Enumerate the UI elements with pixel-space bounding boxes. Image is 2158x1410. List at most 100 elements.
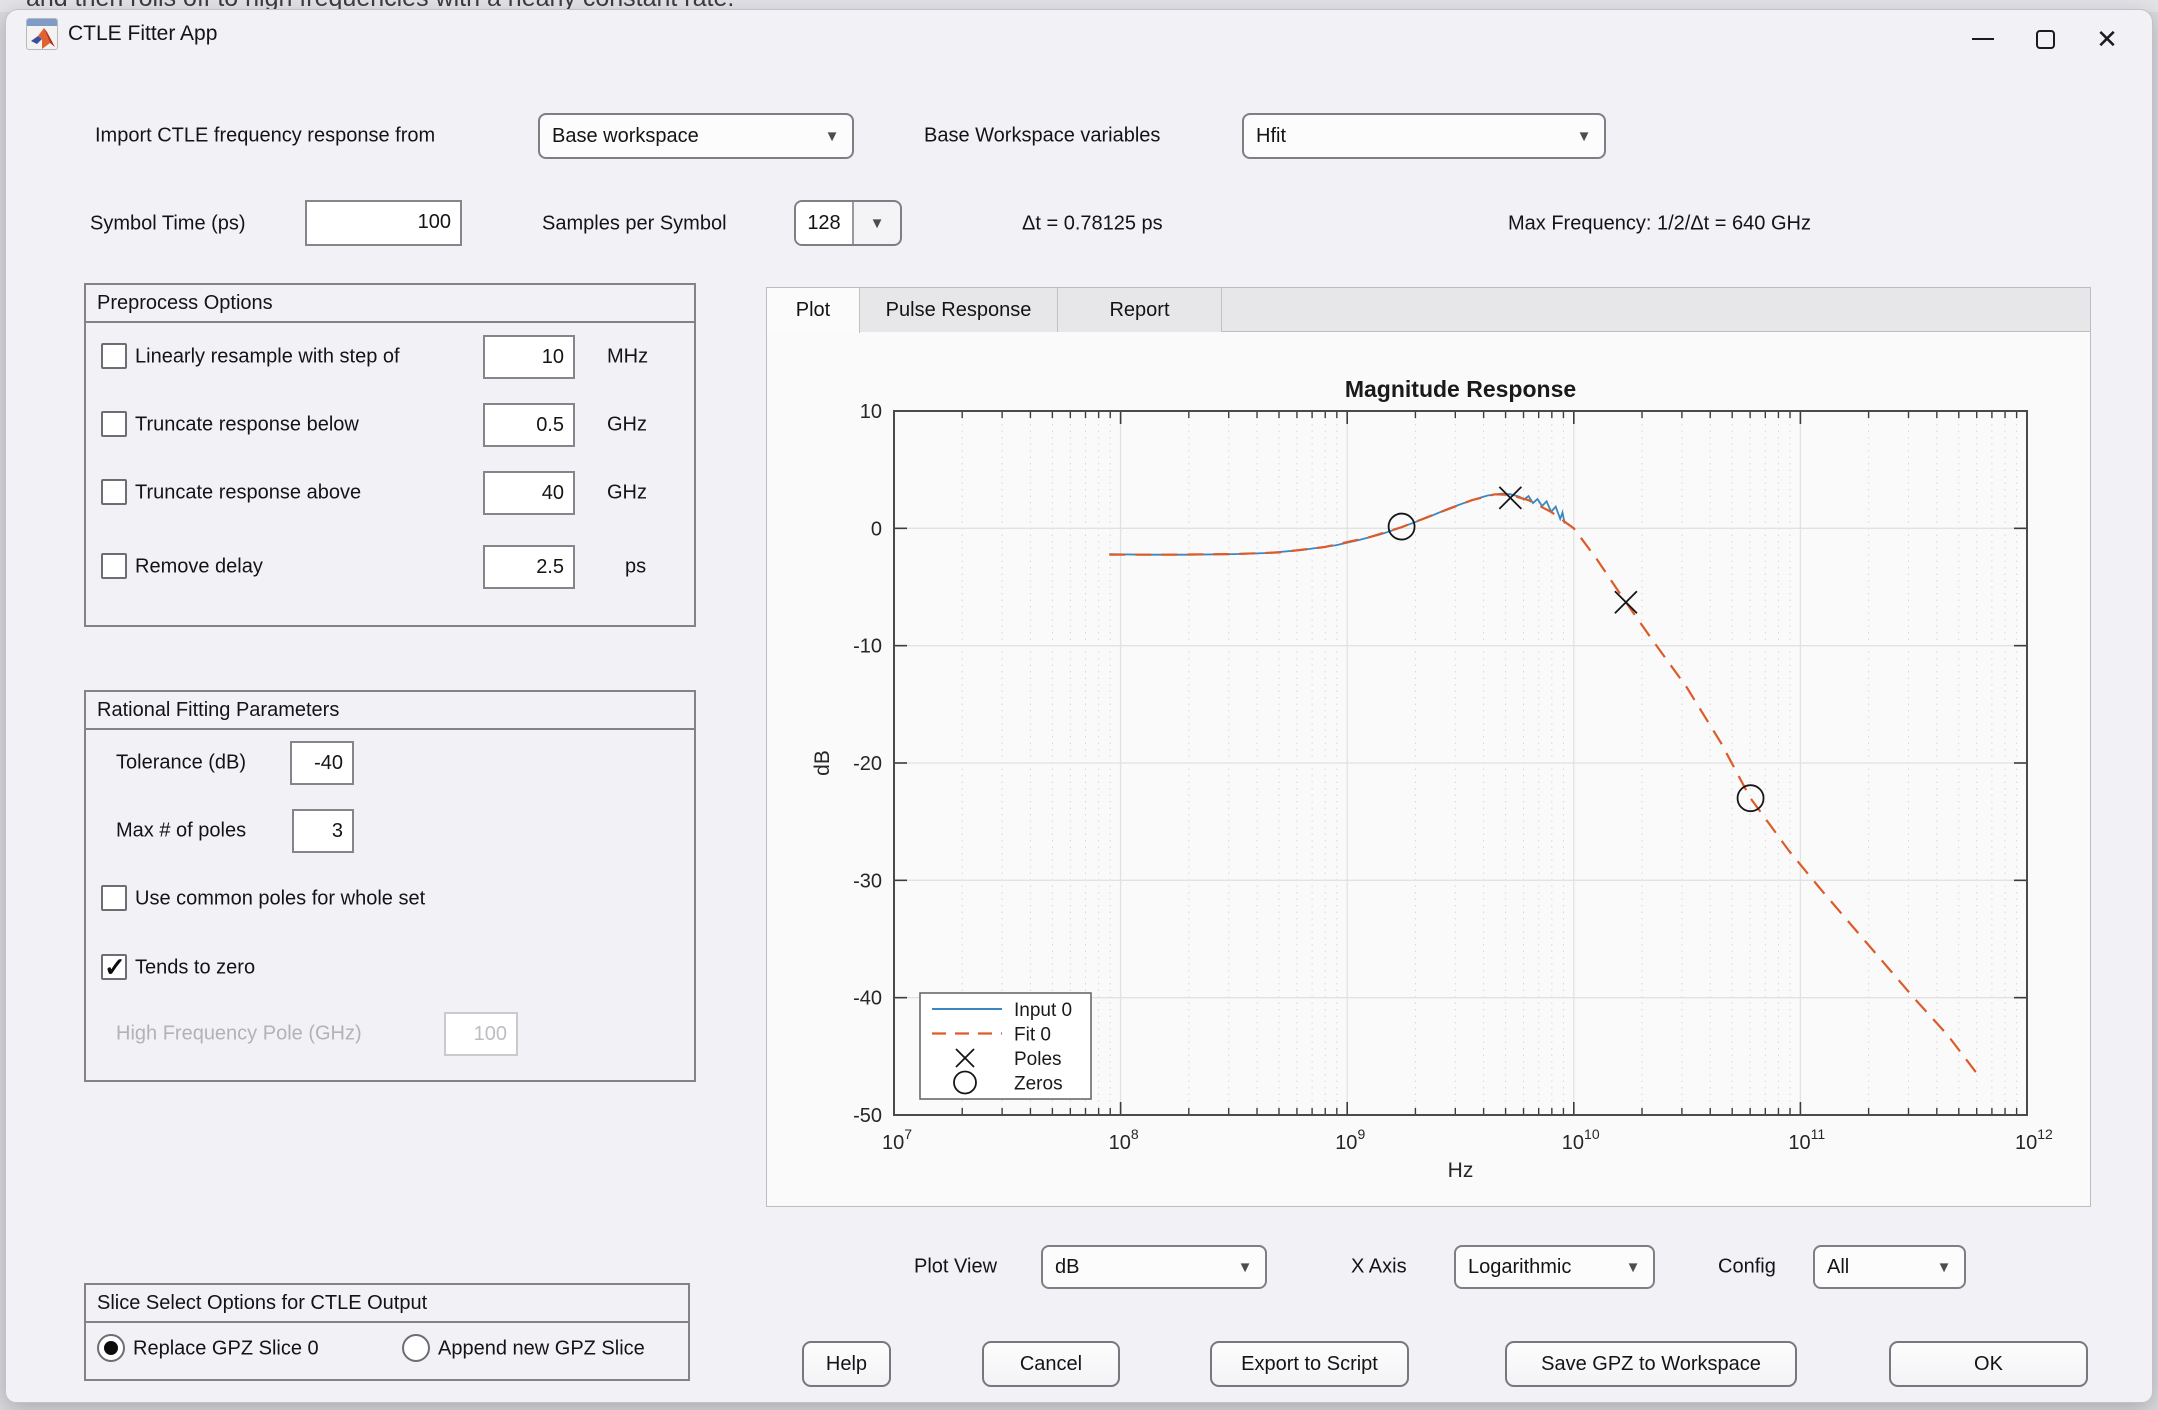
dropdown-arrow-icon: ▼	[1613, 1259, 1653, 1276]
tab-plot[interactable]: Plot	[767, 288, 860, 333]
x-axis-label: X Axis	[1351, 1256, 1407, 1279]
hf-pole-field[interactable]: 100	[444, 1012, 518, 1056]
hf-pole-value: 100	[446, 1014, 516, 1054]
hf-pole-label: High Frequency Pole (GHz)	[116, 1023, 362, 1046]
svg-text:-30: -30	[853, 870, 882, 892]
truncate-below-label: Truncate response below	[135, 414, 359, 437]
matlab-app-icon-titlebar	[27, 19, 57, 26]
window-title: CTLE Fitter App	[68, 22, 217, 46]
svg-text:108: 108	[1109, 1126, 1139, 1154]
slice-select-title: Slice Select Options for CTLE Output	[86, 1285, 688, 1323]
max-poles-value: 3	[294, 811, 352, 851]
svg-text:Fit 0: Fit 0	[1014, 1025, 1051, 1046]
magnitude-response-chart: 107108109101010111012100-10-20-30-40-50M…	[767, 288, 2092, 1208]
tolerance-label: Tolerance (dB)	[116, 752, 246, 775]
remove-delay-field[interactable]: 2.5	[483, 545, 575, 589]
plot-panel: 107108109101010111012100-10-20-30-40-50M…	[766, 287, 2091, 1207]
minimize-icon	[1972, 38, 1994, 40]
max-poles-field[interactable]: 3	[292, 809, 354, 853]
titlebar: CTLE Fitter App ✕	[6, 10, 2152, 68]
delta-t-text: Δt = 0.78125 ps	[1022, 213, 1163, 236]
minimize-button[interactable]	[1952, 17, 2014, 61]
tolerance-value: -40	[292, 743, 352, 783]
chart-series	[1109, 487, 1981, 1080]
linearly-resample-checkbox[interactable]	[101, 343, 127, 369]
common-poles-checkbox[interactable]	[101, 885, 127, 911]
remove-delay-label: Remove delay	[135, 556, 263, 579]
config-value: All	[1815, 1256, 1924, 1279]
chart-legend: Input 0 Fit 0 Poles Zeros	[920, 993, 1091, 1099]
svg-text:Poles: Poles	[1014, 1049, 1062, 1070]
append-gpz-label: Append new GPZ Slice	[438, 1338, 645, 1361]
svg-text:10: 10	[860, 401, 882, 423]
y-axis-label: dB	[811, 750, 834, 776]
svg-text:109: 109	[1335, 1126, 1365, 1154]
maximize-icon	[2036, 30, 2055, 49]
truncate-above-value: 40	[485, 473, 573, 513]
close-icon: ✕	[2096, 26, 2118, 52]
x-axis-value: Logarithmic	[1456, 1256, 1613, 1279]
workspace-vars-value: Hfit	[1244, 125, 1564, 148]
svg-text:1011: 1011	[1788, 1126, 1825, 1154]
matlab-logo-icon	[30, 27, 56, 50]
tends-to-zero-label: Tends to zero	[135, 957, 255, 980]
svg-text:Zeros: Zeros	[1014, 1074, 1063, 1095]
tab-pulse-response[interactable]: Pulse Response	[860, 288, 1058, 332]
x-axis-dropdown[interactable]: Logarithmic ▼	[1454, 1245, 1655, 1289]
svg-text:-10: -10	[853, 636, 882, 658]
rational-fitting-title: Rational Fitting Parameters	[86, 692, 694, 730]
plot-view-label: Plot View	[914, 1256, 997, 1279]
remove-delay-value: 2.5	[485, 547, 573, 587]
append-gpz-radio[interactable]	[402, 1334, 430, 1362]
svg-text:-50: -50	[853, 1105, 882, 1127]
remove-delay-checkbox[interactable]	[101, 553, 127, 579]
window-controls: ✕	[1952, 10, 2138, 68]
svg-text:-20: -20	[853, 753, 882, 775]
tends-to-zero-checkbox[interactable]	[101, 954, 127, 980]
workspace-vars-dropdown[interactable]: Hfit ▼	[1242, 113, 1606, 159]
dropdown-arrow-icon: ▼	[1225, 1259, 1265, 1276]
replace-gpz-label: Replace GPZ Slice 0	[133, 1338, 319, 1361]
max-poles-label: Max # of poles	[116, 820, 246, 843]
truncate-below-unit: GHz	[607, 414, 647, 437]
save-gpz-button[interactable]: Save GPZ to Workspace	[1505, 1341, 1797, 1387]
config-dropdown[interactable]: All ▼	[1813, 1245, 1966, 1289]
import-source-value: Base workspace	[540, 125, 812, 148]
workspace-vars-label: Base Workspace variables	[924, 125, 1160, 148]
linearly-resample-label: Linearly resample with step of	[135, 346, 400, 369]
preprocess-options-title: Preprocess Options	[86, 285, 694, 323]
resample-step-unit: MHz	[607, 346, 648, 369]
maximize-button[interactable]	[2014, 17, 2076, 61]
ctle-fitter-window: CTLE Fitter App ✕ Import CTLE frequency …	[6, 10, 2152, 1402]
replace-gpz-radio[interactable]	[97, 1334, 125, 1362]
cancel-button[interactable]: Cancel	[982, 1341, 1120, 1387]
svg-text:Input 0: Input 0	[1014, 1000, 1072, 1021]
ok-button[interactable]: OK	[1889, 1341, 2088, 1387]
remove-delay-unit: ps	[625, 556, 646, 579]
max-frequency-text: Max Frequency: 1/2/Δt = 640 GHz	[1508, 213, 1811, 236]
dropdown-arrow-icon: ▼	[1924, 1259, 1964, 1276]
import-source-dropdown[interactable]: Base workspace ▼	[538, 113, 854, 159]
truncate-above-field[interactable]: 40	[483, 471, 575, 515]
close-button[interactable]: ✕	[2076, 17, 2138, 61]
resample-step-field[interactable]: 10	[483, 335, 575, 379]
svg-text:107: 107	[882, 1126, 912, 1154]
svg-text:-40: -40	[853, 988, 882, 1010]
truncate-above-label: Truncate response above	[135, 482, 361, 505]
samples-per-symbol-combo[interactable]: 128 ▼	[794, 200, 902, 246]
truncate-above-checkbox[interactable]	[101, 479, 127, 505]
plot-view-dropdown[interactable]: dB ▼	[1041, 1245, 1267, 1289]
help-button[interactable]: Help	[802, 1341, 891, 1387]
symbol-time-field[interactable]: 100	[305, 200, 462, 246]
chart-title: Magnitude Response	[1345, 376, 1576, 402]
truncate-below-field[interactable]: 0.5	[483, 403, 575, 447]
common-poles-label: Use common poles for whole set	[135, 888, 425, 911]
plot-view-value: dB	[1043, 1256, 1225, 1279]
svg-text:1012: 1012	[2015, 1126, 2053, 1154]
export-to-script-button[interactable]: Export to Script	[1210, 1341, 1409, 1387]
tolerance-field[interactable]: -40	[290, 741, 354, 785]
tab-report[interactable]: Report	[1058, 288, 1222, 332]
truncate-below-checkbox[interactable]	[101, 411, 127, 437]
resample-step-value: 10	[485, 337, 573, 377]
symbol-time-label: Symbol Time (ps)	[90, 213, 246, 236]
